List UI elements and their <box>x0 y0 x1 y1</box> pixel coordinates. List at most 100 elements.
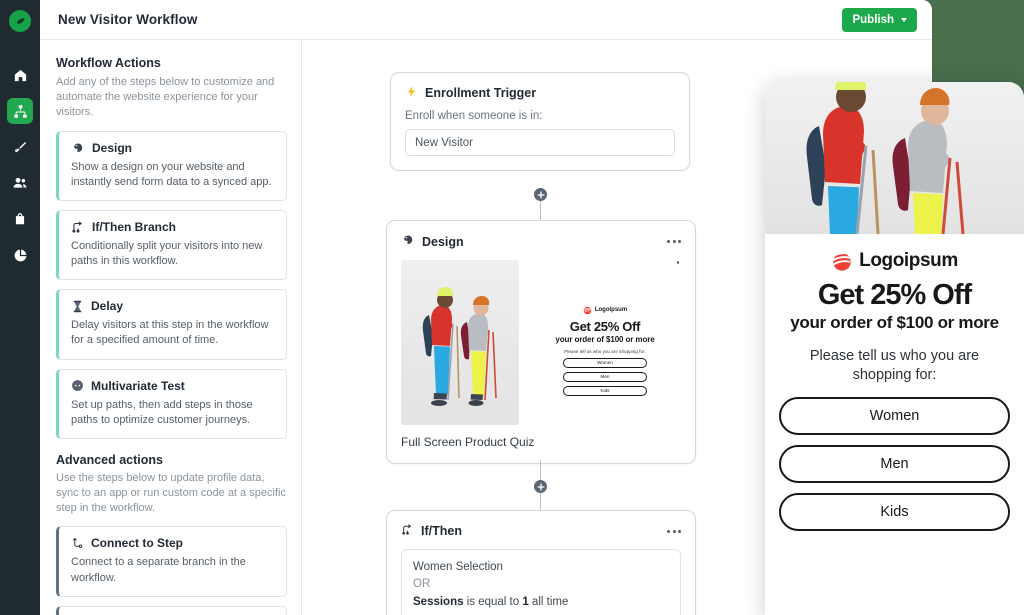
preview-logo-text: Logoipsum <box>859 250 958 271</box>
node-title: Design <box>422 234 464 249</box>
node-if-then[interactable]: If/Then Women Selection OR Sessions is e… <box>386 510 696 615</box>
bag-icon <box>13 212 27 226</box>
more-options-icon[interactable] <box>667 240 681 243</box>
mini-option-men[interactable]: Men <box>563 371 647 382</box>
logoipsum-mark-icon <box>583 306 592 314</box>
action-card-label: Multivariate Test <box>91 378 185 393</box>
advanced-actions-description: Use the steps below to update profile da… <box>56 471 286 515</box>
hourglass-icon <box>71 300 84 313</box>
app-header: New Visitor Workflow Publish <box>40 0 932 40</box>
mini-question: Please tell us who you are shopping for: <box>564 348 646 354</box>
panel-heading: Workflow Actions <box>56 56 161 70</box>
sidebar-item-home[interactable] <box>7 62 33 88</box>
design-caption: Full Screen Product Quiz <box>401 435 535 449</box>
node-header: Design <box>401 233 681 250</box>
action-card-body: Set up paths, then add steps in those pa… <box>71 398 253 426</box>
connect-step-icon <box>71 537 84 550</box>
rule-suffix: all time <box>528 595 569 608</box>
condition-box[interactable]: Women Selection OR Sessions is equal to … <box>401 549 681 615</box>
rule-middle: is equal to <box>463 595 523 608</box>
sidebar-item-commerce[interactable] <box>7 206 33 232</box>
two-hikers-photo <box>765 82 1024 234</box>
phone-hero-image <box>765 82 1024 234</box>
node-design[interactable]: Design Logoipsum Get 25% Off your order … <box>386 220 696 464</box>
action-card-body: Show a design on your website and instan… <box>71 160 272 188</box>
panel-description: Add any of the steps below to customize … <box>56 76 275 118</box>
mini-subheadline: your order of $100 or more <box>555 334 655 344</box>
action-card-connect-to-step[interactable]: Connect to Step Connect to a separate br… <box>56 526 287 597</box>
home-icon <box>13 68 28 83</box>
advanced-actions-heading: Advanced actions <box>56 452 163 467</box>
action-card-body: Conditionally split your visitors into n… <box>71 239 263 268</box>
workflow-actions-panel: Workflow Actions Add any of the steps be… <box>40 40 302 615</box>
mini-option-women[interactable]: Women <box>563 357 647 368</box>
action-card-title-row: Design <box>71 141 275 155</box>
logoipsum-mark-icon <box>831 252 853 271</box>
action-card-body: Delay visitors at this step in the workf… <box>71 319 269 347</box>
node-header: Enrollment Trigger <box>405 85 675 101</box>
design-mini-preview: Logoipsum Get 25% Off your order of $100… <box>529 260 681 425</box>
rule-field: Sessions <box>413 595 464 608</box>
action-card-title-row: If/Then Branch <box>71 220 275 234</box>
trigger-audience-input[interactable] <box>405 129 675 156</box>
preview-subheadline: your order of $100 or more <box>790 313 999 333</box>
workflow-icon <box>13 104 28 119</box>
node-title: If/Then <box>421 524 462 538</box>
condition-name: Women Selection <box>413 561 503 573</box>
design-thumbnail[interactable] <box>401 260 519 425</box>
design-node-body: Logoipsum Get 25% Off your order of $100… <box>401 260 681 425</box>
branch-icon <box>401 523 414 539</box>
mini-logo: Logoipsum <box>583 306 627 315</box>
action-card-title-row: Connect to Step <box>71 536 275 550</box>
action-card-label: If/Then Branch <box>92 219 177 234</box>
preview-option-women[interactable]: Women <box>779 396 1010 435</box>
node-enrollment-trigger[interactable]: Enrollment Trigger Enroll when someone i… <box>390 72 690 171</box>
multivariate-icon <box>71 379 84 392</box>
mini-headline: Get 25% Off <box>569 318 641 334</box>
more-options-icon[interactable] <box>667 529 681 533</box>
preview-question: Please tell us who you are shopping for: <box>809 348 980 383</box>
action-card-multivariate-test[interactable]: Multivariate Test Set up paths, then add… <box>56 368 287 439</box>
leaf-logo-icon[interactable] <box>9 10 31 32</box>
preview-logo: Logoipsum <box>779 250 1010 272</box>
two-hikers-photo <box>401 260 519 425</box>
preview-option-men[interactable]: Men <box>779 444 1010 483</box>
phone-preview: Logoipsum Get 25% Off your order of $100… <box>765 82 1024 615</box>
sidebar-item-analytics[interactable] <box>7 242 33 268</box>
node-title: Enrollment Trigger <box>425 86 537 100</box>
add-step-button[interactable] <box>534 480 547 493</box>
mini-logo-text: Logoipsum <box>594 307 628 313</box>
brush-icon <box>13 140 28 155</box>
action-card-title-row: Delay <box>71 299 275 313</box>
sidebar-item-audience[interactable] <box>7 170 33 196</box>
action-card-sync-to-app[interactable]: Sync to App Sync data to a third party o… <box>56 605 287 615</box>
left-nav-rail <box>0 0 40 615</box>
action-card-label: Delay <box>91 299 124 314</box>
mini-option-kids[interactable]: Kids <box>563 385 647 396</box>
node-header: If/Then <box>401 523 681 539</box>
action-card-body: Connect to a separate branch in the work… <box>71 556 246 584</box>
action-card-label: Design <box>92 140 133 155</box>
publish-button-label: Publish <box>852 14 894 26</box>
action-card-if-then-branch[interactable]: If/Then Branch Conditionally split your … <box>56 209 287 281</box>
pie-chart-icon <box>13 248 28 263</box>
preview-headline: Get 25% Off <box>817 279 972 311</box>
design-icon <box>401 233 415 250</box>
sidebar-item-workflows[interactable] <box>7 98 33 124</box>
node-marker-dot <box>676 261 679 264</box>
condition-rule: Sessions is equal to 1 all time <box>413 594 669 611</box>
screen: New Visitor Workflow Publish Workflow Ac… <box>0 0 1024 615</box>
publish-button[interactable]: Publish <box>842 8 917 32</box>
chevron-down-icon <box>901 18 907 22</box>
branch-icon <box>71 220 85 234</box>
action-card-delay[interactable]: Delay Delay visitors at this step in the… <box>56 289 287 360</box>
phone-content: Logoipsum Get 25% Off your order of $100… <box>765 234 1024 531</box>
design-icon <box>71 141 85 155</box>
add-step-button[interactable] <box>534 188 547 201</box>
sidebar-item-design[interactable] <box>7 134 33 160</box>
action-card-design[interactable]: Design Show a design on your website and… <box>56 130 287 201</box>
action-card-title-row: Multivariate Test <box>71 379 275 393</box>
lightning-bolt-icon <box>405 85 418 101</box>
preview-option-kids[interactable]: Kids <box>779 492 1010 531</box>
people-icon <box>12 175 28 191</box>
